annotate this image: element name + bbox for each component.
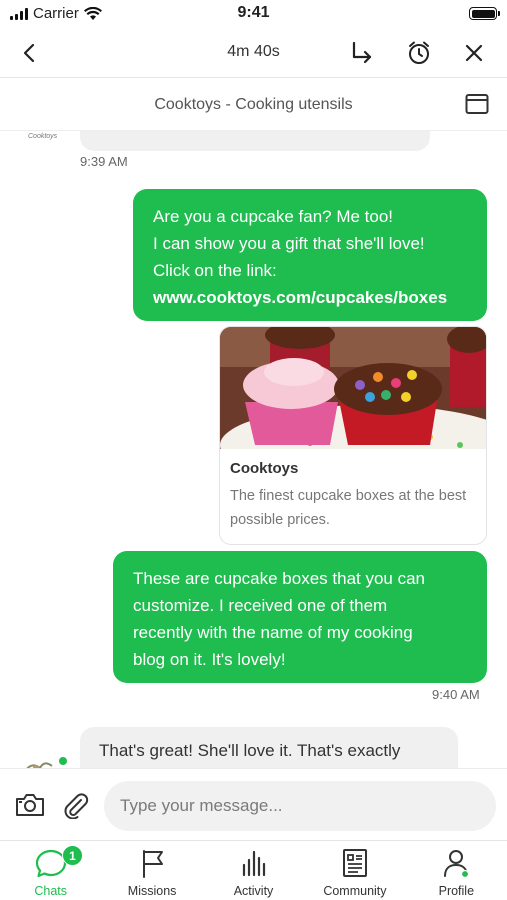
message-input[interactable] [104,781,496,831]
card-title: Cooktoys [230,460,299,477]
tab-activity[interactable]: Activity [203,841,304,900]
bar-chart-icon [242,850,265,877]
message-link[interactable]: www.cooktoys.com/cupcakes/boxes [153,284,467,311]
card-description: The finest cupcake boxes at the best pos… [230,488,467,528]
message-timestamp: 9:40 AM [432,687,480,702]
message-line: I can show you a gift that she'll love! [153,234,425,253]
chat-contact-title: Cooktoys - Cooking utensils [154,96,353,113]
tab-label: Missions [127,884,177,898]
bottom-tab-bar: 1 Chats Missions Activity Community Prof… [0,840,507,900]
status-bar: Carrier 9:41 [0,0,507,28]
outgoing-message: Are you a cupcake fan? Me too! I can sho… [133,189,487,321]
chat-navbar: 4m 40s [0,28,507,78]
battery-icon [469,7,500,20]
tab-label: Community [323,884,387,898]
newspaper-icon [342,849,367,877]
tab-label: Activity [233,884,274,898]
tab-label: Chats [34,884,68,898]
message-line: Are you a cupcake fan? Me too! [153,207,394,226]
message-line: Click on the link: [153,261,277,280]
online-status-dot [58,756,68,766]
message-line: blog on it. It's lovely! [133,650,286,669]
paperclip-icon[interactable] [60,791,92,819]
incoming-bubble-partial [80,131,430,151]
camera-icon[interactable] [14,791,46,819]
chat-messages[interactable]: Cooktoys 9:39 AM Are you a cupcake fan? … [0,131,507,768]
link-preview-card[interactable]: Cooktoys The finest cupcake boxes at the… [219,326,487,545]
chat-subheader: Cooktoys - Cooking utensils [0,79,507,131]
unread-badge: 1 [62,845,83,866]
alarm-clock-icon[interactable] [404,38,434,68]
tab-community[interactable]: Community [304,841,405,900]
tab-label: Profile [438,884,475,898]
person-icon [444,850,470,879]
close-icon[interactable] [459,38,489,68]
message-composer [0,768,507,840]
tab-chats[interactable]: 1 Chats [0,841,101,900]
message-line: customize. I received one of them [133,596,388,615]
status-time: 9:41 [237,4,270,21]
message-line: These are cupcake boxes that you can [133,569,426,588]
contact-logo: Cooktoys [28,133,58,140]
incoming-message: That's great! She'll love it. That's exa… [80,727,458,768]
cupcake-image [220,327,486,449]
message-line: recently with the name of my cooking [133,623,413,642]
browser-window-icon[interactable] [465,93,489,115]
tab-profile[interactable]: Profile [406,841,507,900]
tab-missions[interactable]: Missions [101,841,202,900]
message-timestamp: 9:39 AM [80,154,128,169]
outgoing-message: These are cupcake boxes that you can cus… [113,551,487,683]
forward-icon[interactable] [346,38,376,68]
flag-icon [143,850,164,878]
